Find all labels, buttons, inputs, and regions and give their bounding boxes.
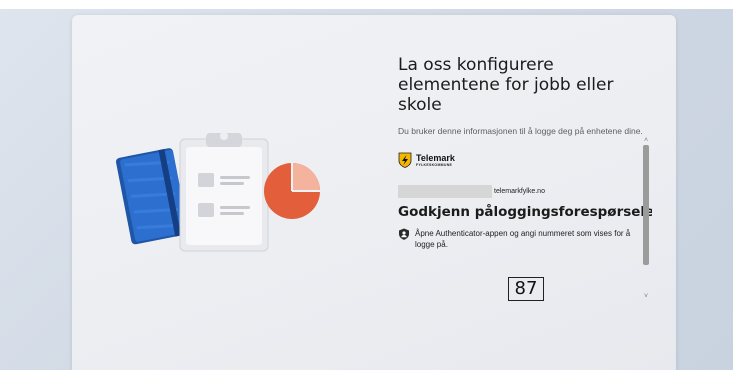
scrollbar-thumb[interactable] — [643, 145, 649, 265]
instruction-text: Åpne Authenticator-appen og angi nummere… — [415, 229, 631, 249]
telemark-shield-icon — [398, 152, 412, 168]
setup-header: La oss konfigurere elementene for jobb e… — [398, 55, 652, 137]
setup-illustration — [115, 132, 320, 252]
pie-chart-illustration-icon — [264, 163, 320, 219]
page-title: La oss konfigurere elementene for jobb e… — [398, 55, 614, 115]
email-domain: telemarkfylke.no — [494, 188, 545, 195]
number-match-code: 87 — [508, 277, 544, 301]
clipboard-illustration-icon — [179, 132, 269, 252]
folder-illustration-icon — [115, 148, 189, 245]
redacted-username — [398, 185, 492, 198]
frame-scrollbar[interactable]: ˄ ˅ — [641, 136, 651, 302]
org-subtitle: FYLKESKOMMUNE — [416, 162, 453, 167]
scroll-down-arrow-icon[interactable]: ˅ — [641, 292, 651, 302]
instruction-row: Åpne Authenticator-appen og angi nummere… — [398, 228, 644, 250]
setup-card: La oss konfigurere elementene for jobb e… — [72, 15, 676, 370]
authenticator-icon — [399, 228, 409, 240]
org-logo: Telemark FYLKESKOMMUNE — [398, 152, 455, 168]
account-email: telemarkfylke.no — [398, 185, 545, 198]
signin-frame: Telemark FYLKESKOMMUNE telemarkfylke.no … — [398, 136, 652, 302]
org-name: Telemark — [416, 152, 455, 163]
approve-heading: Godkjenn påloggingsforespørselen — [398, 204, 652, 220]
top-strip — [0, 0, 733, 9]
